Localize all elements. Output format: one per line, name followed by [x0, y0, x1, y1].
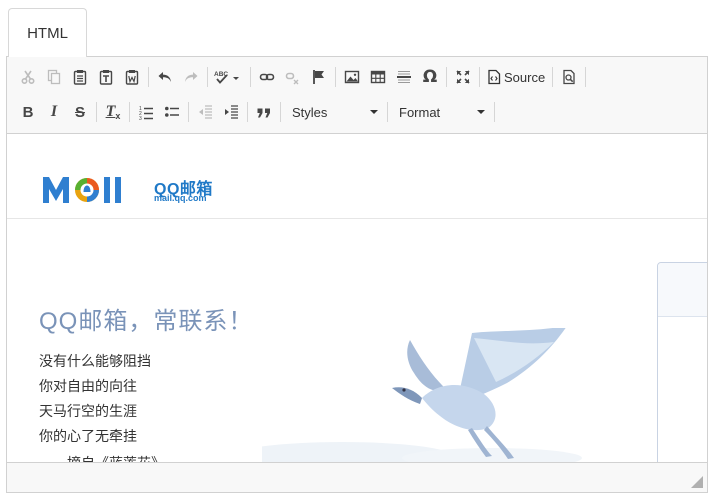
table-icon[interactable] — [365, 64, 391, 90]
image-icon[interactable] — [339, 64, 365, 90]
toolbar-separator — [280, 102, 281, 122]
toolbar-separator — [494, 102, 495, 122]
tab-strip: HTML — [0, 0, 713, 57]
toolbar-row-2: B I S Tx 123 Styles Format — [15, 99, 498, 125]
poem: 没有什么能够阻挡 你对自由的向往 天马行空的生涯 你的心了无牵挂 — [39, 349, 151, 449]
email-header: QQ邮箱 mail.qq.com — [7, 135, 707, 219]
toolbar-separator — [247, 102, 248, 122]
tab-html-label: HTML — [27, 24, 68, 42]
anchor-flag-icon[interactable] — [306, 64, 332, 90]
poem-line: 你的心了无牵挂 — [39, 428, 137, 444]
editor-statusbar — [7, 462, 707, 492]
toolbar-separator — [96, 102, 97, 122]
unlink-icon[interactable] — [280, 64, 306, 90]
toolbar-separator — [585, 67, 587, 87]
preview-icon[interactable] — [556, 64, 582, 90]
bird-illustration — [262, 328, 582, 462]
login-panel — [657, 262, 707, 462]
maximize-icon[interactable] — [450, 64, 476, 90]
format-label: Format — [399, 104, 441, 120]
numbered-list-icon[interactable]: 123 — [133, 99, 159, 125]
email-headline: QQ邮箱，常联系！ — [39, 308, 254, 335]
special-char-icon[interactable]: Ω — [417, 64, 443, 90]
format-dropdown[interactable]: Format — [391, 99, 491, 125]
toolbar-separator — [129, 102, 130, 122]
editor-content[interactable]: QQ邮箱 mail.qq.com QQ邮箱，常联系！ 没有什么能够阻挡 你对自由… — [7, 135, 707, 462]
link-icon[interactable] — [254, 64, 280, 90]
toolbar-separator — [148, 67, 149, 87]
spellcheck-icon[interactable]: ABC — [211, 64, 247, 90]
toolbar-separator — [446, 67, 447, 87]
redo-icon[interactable] — [178, 64, 204, 90]
decrease-indent-icon[interactable] — [192, 99, 218, 125]
poem-line: 没有什么能够阻挡 — [39, 353, 151, 369]
rich-text-editor: ABC Ω Source B I S T x 1 2 3 Styles Form… — [6, 56, 708, 493]
chevron-down-icon — [370, 110, 378, 114]
increase-indent-icon[interactable] — [218, 99, 244, 125]
svg-text:3: 3 — [139, 116, 142, 120]
paste-word-icon[interactable] — [119, 64, 145, 90]
qq-mail-logo — [43, 177, 121, 203]
toolbar-separator — [479, 67, 480, 87]
poem-line: 你对自由的向往 — [39, 378, 137, 394]
source-icon — [488, 69, 501, 85]
paste-icon[interactable] — [67, 64, 93, 90]
italic-button[interactable]: I — [41, 99, 67, 125]
cut-icon[interactable] — [15, 64, 41, 90]
source-label: Source — [504, 69, 546, 85]
toolbar-row-1: ABC Ω Source — [15, 64, 589, 90]
toolbar-separator — [250, 67, 251, 87]
paste-text-icon[interactable] — [93, 64, 119, 90]
horizontal-rule-icon[interactable] — [391, 64, 417, 90]
poem-attribution: ——摘自《蓝莲花》 — [39, 453, 165, 462]
blockquote-icon[interactable] — [251, 99, 277, 125]
tab-html[interactable]: HTML — [8, 8, 87, 57]
logo-url: mail.qq.com — [154, 193, 207, 203]
toolbar-separator — [188, 102, 189, 122]
styles-label: Styles — [292, 104, 328, 120]
toolbar-separator — [207, 67, 208, 87]
remove-format-button[interactable]: Tx — [100, 99, 126, 125]
chevron-down-icon — [477, 110, 485, 114]
strikethrough-button[interactable]: S — [67, 99, 93, 125]
editor-toolbar: ABC Ω Source B I S T x 1 2 3 Styles Form… — [7, 57, 707, 134]
styles-dropdown[interactable]: Styles — [284, 99, 384, 125]
bulleted-list-icon[interactable] — [159, 99, 185, 125]
toolbar-separator — [387, 102, 388, 122]
bold-button[interactable]: B — [15, 99, 41, 125]
toolbar-separator — [552, 67, 554, 87]
login-panel-header — [658, 263, 707, 317]
source-button[interactable]: Source — [483, 64, 549, 90]
undo-icon[interactable] — [152, 64, 178, 90]
copy-icon[interactable] — [41, 64, 67, 90]
poem-line: 天马行空的生涯 — [39, 403, 137, 419]
toolbar-separator — [335, 67, 336, 87]
resize-handle-icon[interactable] — [691, 476, 703, 488]
